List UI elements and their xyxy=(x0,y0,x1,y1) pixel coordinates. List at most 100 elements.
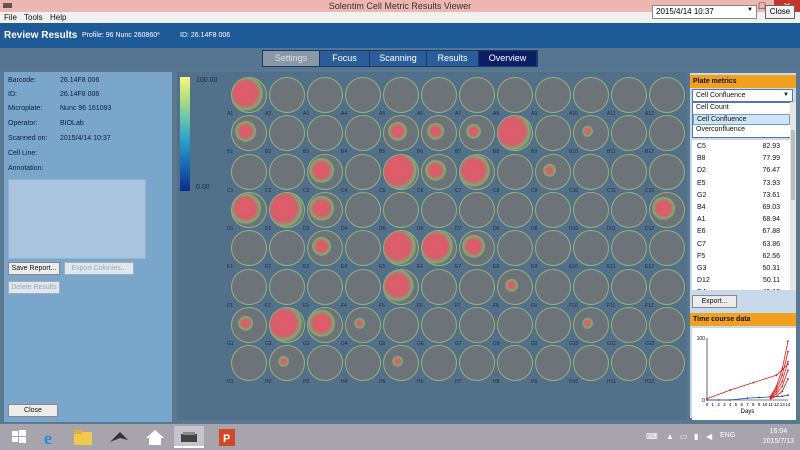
metric-select[interactable]: Cell Confluence ▼ xyxy=(692,89,793,102)
tab-focus[interactable]: Focus xyxy=(320,51,370,66)
well-d9[interactable] xyxy=(535,191,571,228)
powerpoint-icon[interactable]: P xyxy=(212,426,242,448)
well-h1[interactable] xyxy=(231,345,267,382)
metric-row[interactable]: E5 73.93 xyxy=(692,180,784,191)
well-a2[interactable] xyxy=(269,77,305,113)
well-a11[interactable] xyxy=(611,77,647,113)
well-h7[interactable] xyxy=(459,345,495,382)
well-d4[interactable] xyxy=(345,191,381,228)
metric-row[interactable]: G2 73.61 xyxy=(692,192,784,203)
well-a9[interactable] xyxy=(535,77,571,113)
well-h9[interactable] xyxy=(535,345,571,382)
well-c6[interactable] xyxy=(421,153,457,190)
well-h5[interactable] xyxy=(383,345,419,382)
well-a1[interactable] xyxy=(231,77,267,113)
app-bird-icon[interactable] xyxy=(104,426,134,448)
well-f10[interactable] xyxy=(573,268,609,305)
metric-row[interactable]: B8 77.99 xyxy=(692,155,784,166)
well-a8[interactable] xyxy=(497,77,533,113)
well-e2[interactable] xyxy=(269,230,305,267)
well-c4[interactable] xyxy=(345,153,381,190)
tab-scanning[interactable]: Scanning xyxy=(370,51,427,66)
well-d11[interactable] xyxy=(611,191,647,228)
well-d7[interactable] xyxy=(459,191,495,228)
well-d8[interactable] xyxy=(497,191,533,228)
home-icon[interactable] xyxy=(140,426,170,448)
well-e8[interactable] xyxy=(497,230,533,267)
metric-option-cell-count[interactable]: Cell Count xyxy=(693,103,790,114)
well-d5[interactable] xyxy=(383,191,419,228)
export-button[interactable]: Export... xyxy=(692,295,737,308)
close-button[interactable]: Close xyxy=(765,5,795,19)
well-e7[interactable] xyxy=(459,230,495,267)
well-d10[interactable] xyxy=(573,191,609,228)
well-f9[interactable] xyxy=(535,268,571,305)
well-a6[interactable] xyxy=(421,77,457,113)
metric-row[interactable]: G3 50.31 xyxy=(692,265,784,276)
well-c12[interactable] xyxy=(649,153,685,190)
export-colonies-button[interactable]: Export Colonies... xyxy=(64,262,134,275)
well-g6[interactable] xyxy=(421,306,457,343)
delete-results-button[interactable]: Delete Results xyxy=(8,281,60,294)
well-h8[interactable] xyxy=(497,345,533,382)
metric-row[interactable]: F5 62.56 xyxy=(692,253,784,264)
well-f8[interactable] xyxy=(497,268,533,305)
tab-overview[interactable]: Overview xyxy=(479,51,537,66)
metric-row[interactable]: C7 63.86 xyxy=(692,241,784,252)
well-d2[interactable] xyxy=(269,191,305,228)
menu-file[interactable]: File xyxy=(4,13,17,22)
well-c1[interactable] xyxy=(231,153,267,190)
well-f3[interactable] xyxy=(307,268,343,305)
well-h6[interactable] xyxy=(421,345,457,382)
tray-battery-icon[interactable]: ▭ xyxy=(680,432,688,441)
well-a4[interactable] xyxy=(345,77,381,113)
menu-tools[interactable]: Tools xyxy=(24,13,43,22)
well-g10[interactable] xyxy=(573,306,609,343)
well-d12[interactable] xyxy=(649,191,685,228)
well-f12[interactable] xyxy=(649,268,685,305)
well-e6[interactable] xyxy=(421,230,457,267)
annotation-textarea[interactable] xyxy=(8,179,146,259)
well-g1[interactable] xyxy=(231,306,267,343)
well-c9[interactable] xyxy=(535,153,571,190)
taskbar-clock[interactable]: 16:04 2015/7/13 xyxy=(763,427,794,447)
well-f6[interactable] xyxy=(421,268,457,305)
tab-settings[interactable]: Settings xyxy=(263,51,320,66)
well-c3[interactable] xyxy=(307,153,343,190)
well-c7[interactable] xyxy=(459,153,495,190)
well-d6[interactable] xyxy=(421,191,457,228)
well-h2[interactable] xyxy=(269,345,305,382)
well-e5[interactable] xyxy=(383,230,419,267)
network-icon[interactable]: ▮ xyxy=(694,432,698,441)
metric-row[interactable]: D12 50.11 xyxy=(692,277,784,288)
keyboard-icon[interactable]: ⌨ xyxy=(646,432,658,441)
internet-explorer-icon[interactable]: e xyxy=(36,426,66,448)
well-e4[interactable] xyxy=(345,230,381,267)
well-c5[interactable] xyxy=(383,153,419,190)
well-h10[interactable] xyxy=(573,345,609,382)
well-c11[interactable] xyxy=(611,153,647,190)
metric-row[interactable]: B4 69.03 xyxy=(692,204,784,215)
well-d3[interactable] xyxy=(307,191,343,228)
metric-row[interactable]: D2 76.47 xyxy=(692,167,784,178)
well-f1[interactable] xyxy=(231,268,267,305)
metric-scrollbar[interactable] xyxy=(790,102,796,290)
well-c10[interactable] xyxy=(573,153,609,190)
tab-results[interactable]: Results xyxy=(427,51,479,66)
well-g12[interactable] xyxy=(649,306,685,343)
ime-indicator[interactable]: ENG xyxy=(720,432,735,439)
scan-date-select[interactable]: 2015/4/14 10:37 ▼ xyxy=(652,5,757,19)
well-e11[interactable] xyxy=(611,230,647,267)
well-f5[interactable] xyxy=(383,268,419,305)
well-e12[interactable] xyxy=(649,230,685,267)
well-h12[interactable] xyxy=(649,345,685,382)
close-panel-button[interactable]: Close xyxy=(8,404,58,417)
well-e9[interactable] xyxy=(535,230,571,267)
well-e1[interactable] xyxy=(231,230,267,267)
well-a10[interactable] xyxy=(573,77,609,113)
well-e10[interactable] xyxy=(573,230,609,267)
well-f11[interactable] xyxy=(611,268,647,305)
well-c2[interactable] xyxy=(269,153,305,190)
volume-icon[interactable]: ◀ xyxy=(706,432,712,441)
well-g4[interactable] xyxy=(345,306,381,343)
